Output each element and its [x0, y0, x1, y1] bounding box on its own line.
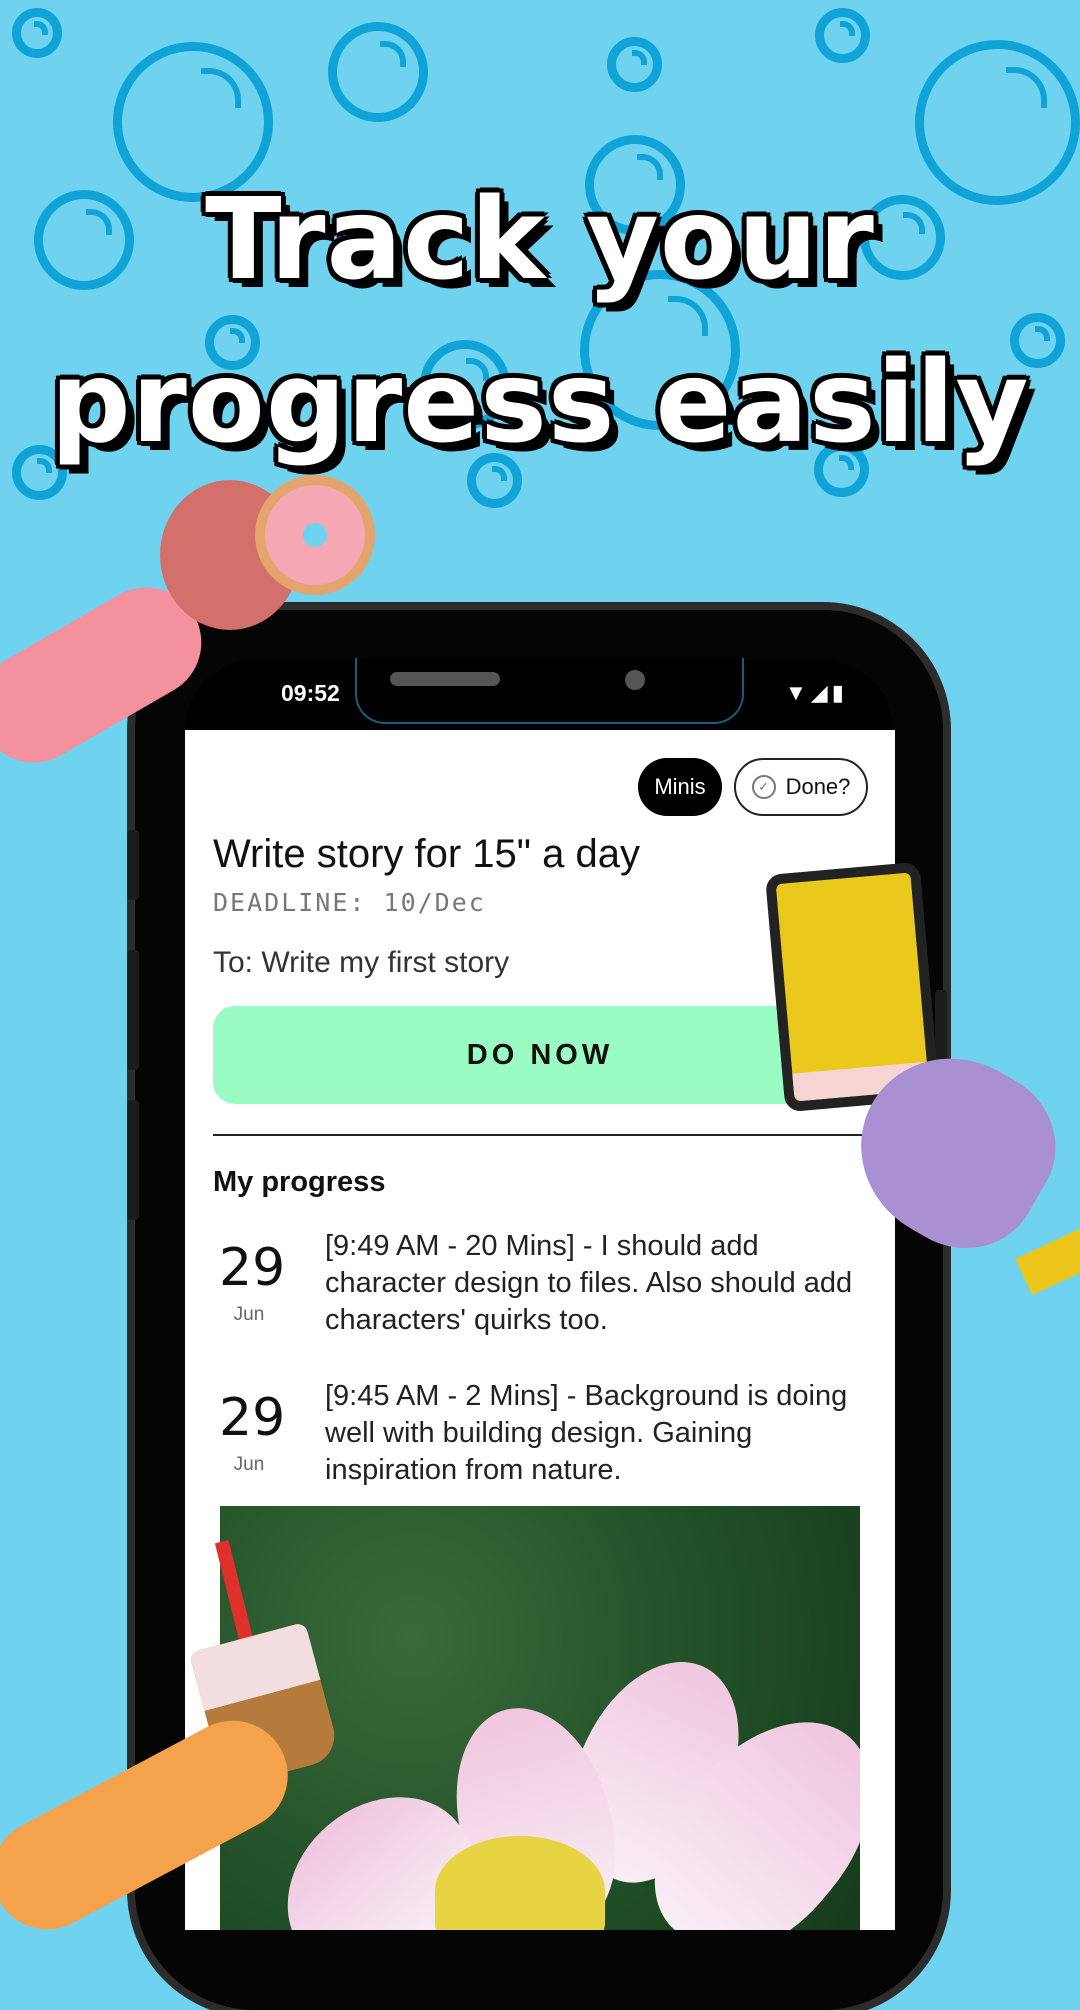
progress-section-title: My progress — [213, 1166, 386, 1198]
entry-day: 29 — [219, 1388, 286, 1448]
progress-entry[interactable]: 29 Jun [9:45 AM - 2 Mins] - Background i… — [213, 1378, 863, 1518]
phone-notch — [355, 658, 744, 724]
front-camera — [625, 670, 645, 690]
speaker-grille — [390, 672, 500, 686]
status-icons: ▼◢▮ — [785, 680, 848, 705]
headline-line-1: Track your — [205, 175, 875, 305]
done-chip-label: Done? — [785, 774, 851, 799]
minis-chip[interactable]: Minis — [638, 758, 722, 816]
do-now-button[interactable]: DO NOW — [213, 1006, 867, 1104]
task-title: Write story for 15" a day — [213, 832, 640, 876]
entry-day: 29 — [219, 1238, 286, 1298]
entry-note: [9:49 AM - 20 Mins] - I should add chara… — [325, 1230, 853, 1336]
entry-month: Jun — [233, 1454, 265, 1475]
done-chip[interactable]: ✓ Done? — [734, 758, 868, 816]
donut-illustration — [255, 475, 375, 595]
status-time: 09:52 — [281, 680, 340, 706]
task-goal: To: Write my first story — [213, 946, 510, 979]
task-deadline: DEADLINE: 10/Dec — [213, 888, 486, 917]
sleeve-illustration — [1015, 1224, 1080, 1296]
check-circle-icon: ✓ — [751, 775, 776, 799]
progress-entry[interactable]: 29 Jun [9:49 AM - 20 Mins] - I should ad… — [213, 1228, 863, 1368]
entry-note: [9:45 AM - 2 Mins] - Background is doing… — [325, 1380, 848, 1486]
entry-month: Jun — [233, 1304, 265, 1325]
headline-line-2: progress easily — [50, 338, 1030, 468]
divider — [213, 1134, 867, 1136]
